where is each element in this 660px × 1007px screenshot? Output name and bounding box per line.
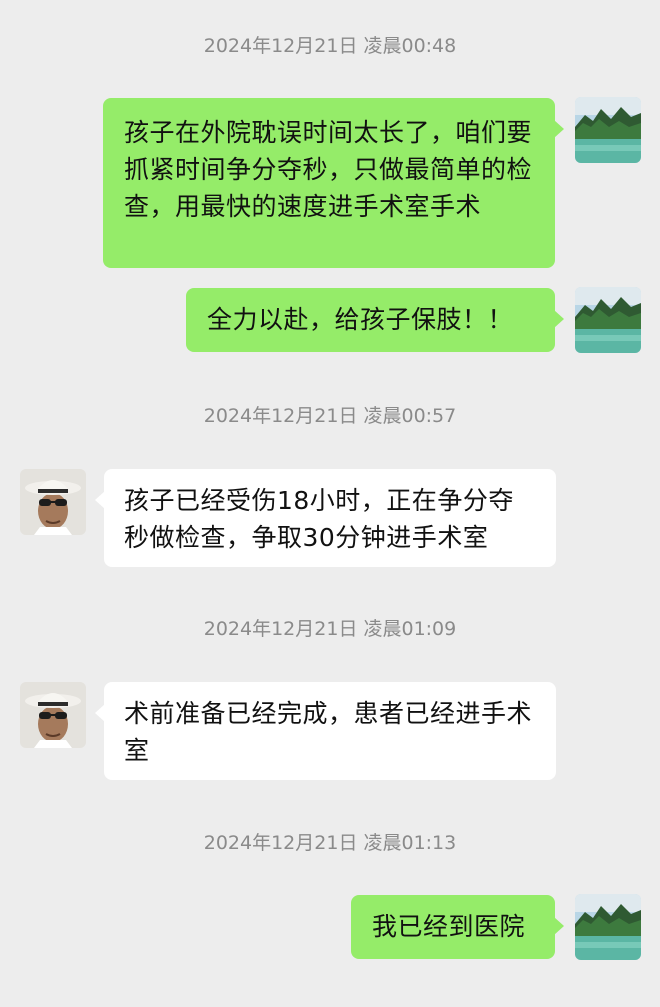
message-timestamp: 2024年12月21日 凌晨01:09 <box>203 618 457 640</box>
message-text: 孩子在外院耽误时间太长了，咱们要抓紧时间争分夺秒，只做最简单的检查，用最快的速度… <box>124 118 533 221</box>
message-timestamp: 2024年12月21日 凌晨00:48 <box>203 35 457 57</box>
self-avatar[interactable] <box>575 97 641 163</box>
landscape-lake-avatar-icon <box>575 287 641 353</box>
message-text: 我已经到医院 <box>372 912 526 941</box>
received-message-bubble[interactable]: 孩子已经受伤18小时，正在争分夺秒做检查，争取30分钟进手术室 <box>95 469 556 567</box>
message-timestamp: 2024年12月21日 凌晨00:57 <box>203 405 457 427</box>
contact-avatar[interactable] <box>20 469 86 535</box>
man-white-hat-sunglasses-avatar-icon <box>20 682 86 748</box>
message-text: 术前准备已经完成，患者已经进手术室 <box>124 699 533 765</box>
self-avatar[interactable] <box>575 287 641 353</box>
sent-message-bubble[interactable]: 我已经到医院 <box>351 895 564 959</box>
sent-message-bubble[interactable]: 全力以赴，给孩子保肢！！ <box>186 288 564 352</box>
landscape-lake-avatar-icon <box>575 894 641 960</box>
message-text: 全力以赴，给孩子保肢！！ <box>207 305 514 334</box>
man-white-hat-sunglasses-avatar-icon <box>20 469 86 535</box>
message-timestamp: 2024年12月21日 凌晨01:13 <box>203 832 457 854</box>
self-avatar[interactable] <box>575 894 641 960</box>
contact-avatar[interactable] <box>20 682 86 748</box>
sent-message-bubble[interactable]: 孩子在外院耽误时间太长了，咱们要抓紧时间争分夺秒，只做最简单的检查，用最快的速度… <box>103 98 564 268</box>
landscape-lake-avatar-icon <box>575 97 641 163</box>
received-message-bubble[interactable]: 术前准备已经完成，患者已经进手术室 <box>95 682 556 780</box>
message-text: 孩子已经受伤18小时，正在争分夺秒做检查，争取30分钟进手术室 <box>124 486 514 552</box>
